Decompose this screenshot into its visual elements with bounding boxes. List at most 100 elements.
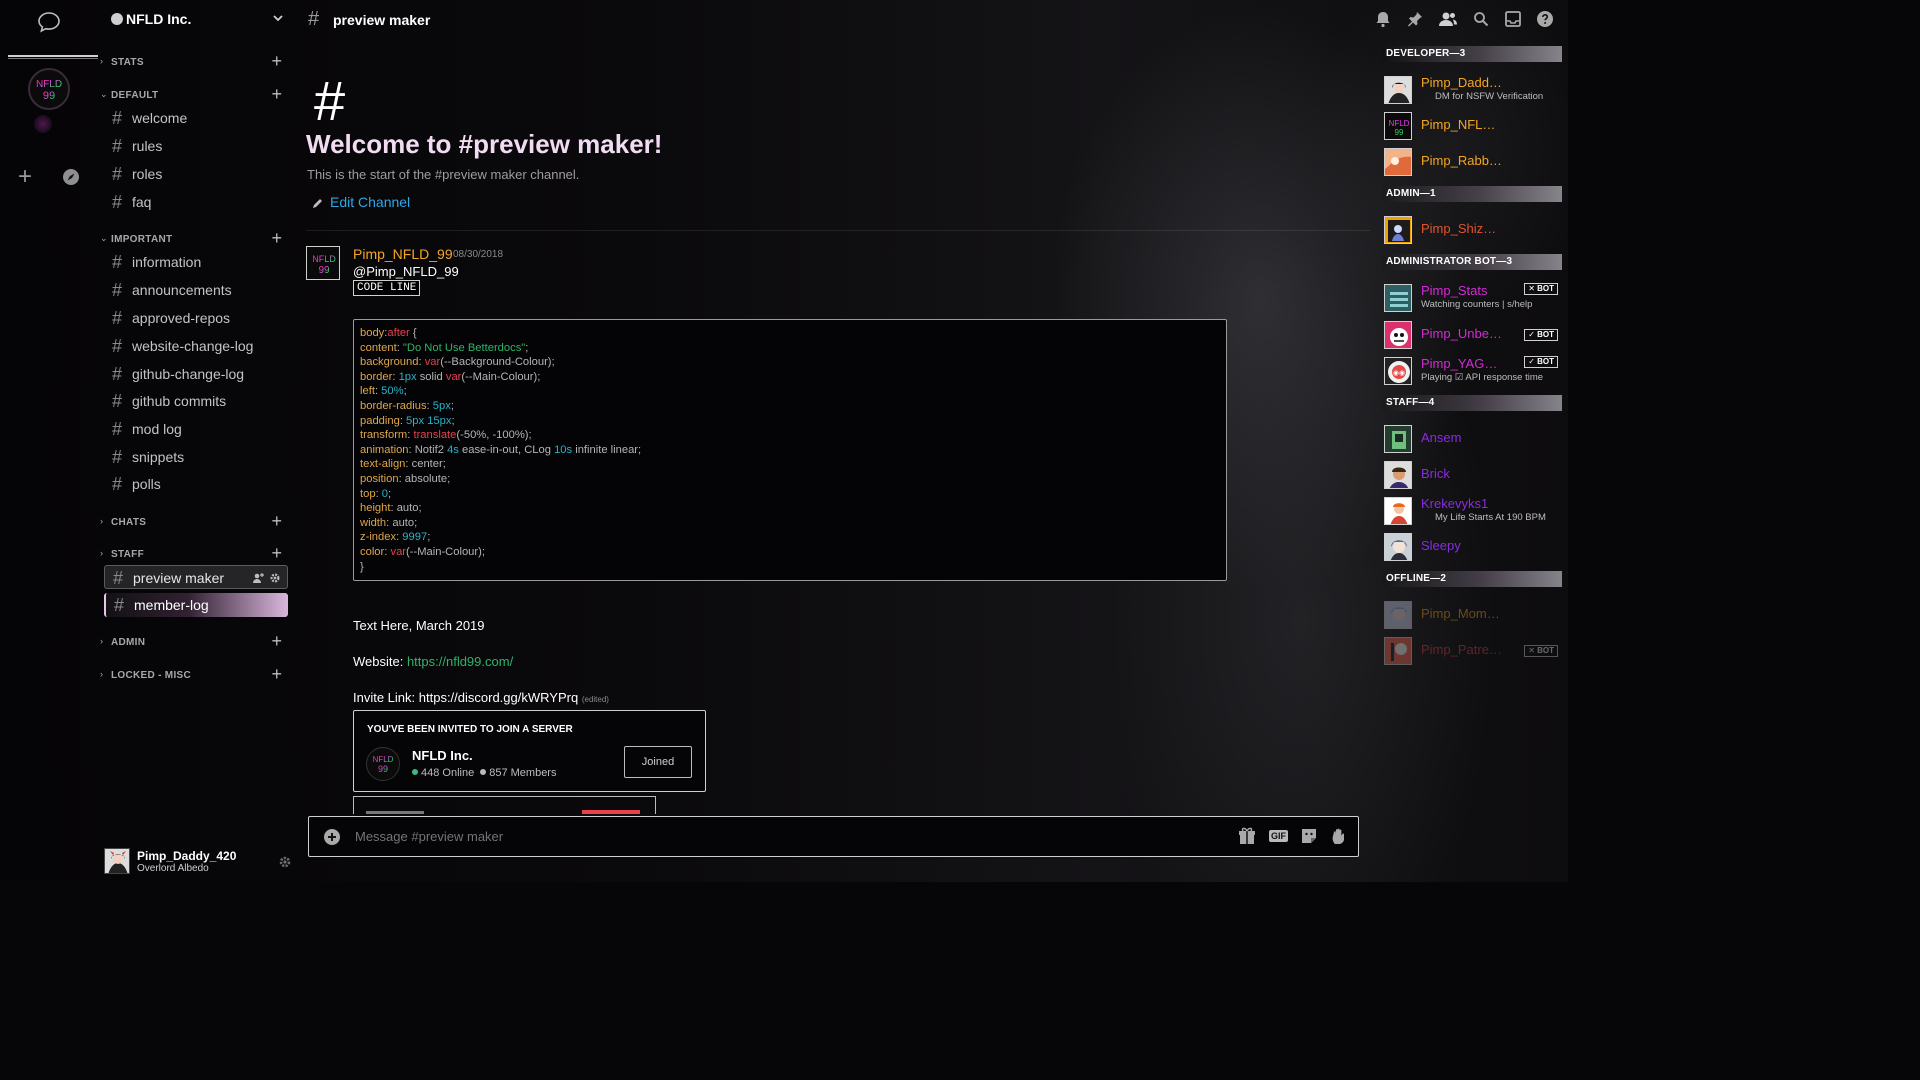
member-status: My Life Starts At 190 BPM [1435, 512, 1546, 523]
channel-github-change-log[interactable]: # github-change-log [104, 362, 288, 386]
bot-tag: ✕ BOT [1524, 283, 1558, 295]
attach-plus-icon[interactable] [323, 828, 341, 846]
channel-faq[interactable]: # faq [104, 190, 288, 214]
user-mention[interactable]: @Pimp_NFLD_99 [353, 264, 459, 279]
channel-name: approved-repos [132, 310, 231, 326]
direct-messages-icon[interactable] [37, 11, 61, 33]
member-item[interactable]: Sleepy [1384, 532, 1564, 562]
channel-announcements[interactable]: # announcements [104, 278, 288, 302]
channel-information[interactable]: # information [104, 250, 288, 274]
avatar[interactable]: NFLD 99 [306, 246, 340, 280]
add-channel-icon[interactable]: + [271, 631, 282, 652]
message-author[interactable]: Pimp_NFLD_99 [353, 246, 453, 262]
member-item[interactable]: ◉◉ Pimp_YAG… ✓ BOT Playing ☑ API respons… [1384, 356, 1564, 386]
channel-mod-log[interactable]: # mod log [104, 417, 288, 441]
member-item[interactable]: Pimp_Shiz… [1384, 215, 1564, 245]
add-channel-icon[interactable]: + [271, 543, 282, 564]
joined-button[interactable]: Joined [624, 746, 692, 778]
gift-icon[interactable] [1237, 827, 1257, 845]
code-token: border-radius [360, 399, 427, 412]
channel-website-change-log[interactable]: # website-change-log [104, 334, 288, 358]
add-channel-icon[interactable]: + [271, 84, 282, 105]
channel-name: website-change-log [132, 338, 254, 354]
category-chats[interactable]: › CHATS + [100, 511, 286, 531]
message-area: # Welcome to #preview maker! This is the… [294, 38, 1374, 882]
pin-icon[interactable] [1406, 10, 1424, 28]
category-admin[interactable]: › ADMIN + [100, 631, 286, 651]
server-header[interactable]: NFLD Inc. [110, 10, 288, 30]
member-item[interactable]: Pimp_Mom… [1384, 600, 1564, 630]
add-channel-icon[interactable]: + [271, 664, 282, 685]
invite-link[interactable]: Invite Link: https://discord.gg/kWRYPrq [353, 690, 578, 705]
category-staff[interactable]: › STAFF + [100, 543, 286, 563]
category-important[interactable]: ⌄ IMPORTANT + [100, 228, 286, 248]
member-item[interactable]: Pimp_Unbe… ✓ BOT [1384, 320, 1564, 350]
website-link[interactable]: https://nfld99.com/ [407, 654, 513, 669]
code-block: body:after {content: "Do Not Use Betterd… [353, 319, 1227, 581]
member-item[interactable]: Pimp_Stats ✕ BOT Watching counters | s/h… [1384, 283, 1564, 313]
svg-text:◉◉: ◉◉ [1393, 370, 1405, 377]
server-icon[interactable]: NFLD 99 [366, 747, 400, 781]
code-token: { [409, 327, 417, 339]
code-token: z-index [360, 531, 397, 544]
channel-name: faq [132, 194, 152, 210]
channel-title: preview maker [333, 12, 431, 28]
category-default[interactable]: ⌄ DEFAULT + [100, 84, 286, 104]
code-token: : auto; [390, 502, 422, 515]
channel-approved-repos[interactable]: # approved-repos [104, 306, 288, 330]
code-line: position: absolute; [360, 472, 1226, 487]
rail-separator [8, 55, 98, 59]
hash-icon: # [112, 136, 123, 156]
avatar[interactable] [104, 848, 130, 874]
sticker-icon[interactable] [1300, 827, 1318, 845]
search-icon[interactable] [1472, 10, 1490, 28]
emoji-icon[interactable] [1330, 827, 1348, 845]
server-icon-nfld[interactable]: NFLD 99 [28, 68, 70, 110]
add-channel-icon[interactable]: + [271, 511, 282, 532]
online-count: 448 Online [421, 767, 475, 779]
embed-preview-partial [353, 796, 656, 814]
add-channel-icon[interactable]: + [271, 51, 282, 72]
category-stats[interactable]: › STATS + [100, 51, 286, 71]
explore-servers-icon[interactable] [62, 168, 80, 186]
member-item[interactable]: NFLD 99 Pimp_NFL… [1384, 111, 1564, 141]
members-icon[interactable] [1438, 10, 1458, 28]
add-channel-icon[interactable]: + [271, 228, 282, 249]
channel-github-commits[interactable]: # github commits [104, 389, 288, 413]
member-item[interactable]: Pimp_Patre… ✕ BOT [1384, 636, 1564, 666]
avatar [1384, 497, 1412, 525]
channel-preview-maker[interactable]: # preview maker [104, 565, 288, 589]
welcome-subtitle: This is the start of the #preview maker … [307, 167, 580, 182]
server-icon-number: 99 [378, 764, 388, 774]
avatar [1384, 461, 1412, 489]
help-icon[interactable] [1536, 10, 1554, 28]
message-input[interactable] [355, 829, 1155, 844]
gif-button[interactable]: GIF [1269, 830, 1288, 842]
channel-polls[interactable]: # polls [104, 472, 288, 496]
member-item[interactable]: Krekevyks1 My Life Starts At 190 BPM [1384, 496, 1564, 526]
channel-roles[interactable]: # roles [104, 162, 288, 186]
member-item[interactable]: Brick [1384, 460, 1564, 490]
member-item[interactable]: Pimp_Dadd… DM for NSFW Verification [1384, 75, 1564, 105]
inbox-icon[interactable] [1504, 10, 1522, 28]
invite-member-icon[interactable] [252, 572, 264, 584]
member-item[interactable]: Pimp_Rabb… [1384, 147, 1564, 177]
category-locked-misc[interactable]: › LOCKED - MISC + [100, 664, 286, 684]
gear-icon[interactable] [269, 572, 281, 584]
hash-icon: # [112, 419, 123, 439]
channel-member-log[interactable]: # member-log [104, 593, 288, 617]
channel-rules[interactable]: # rules [104, 134, 288, 158]
code-token: color [360, 545, 385, 558]
edit-channel-label: Edit Channel [330, 194, 411, 210]
channel-welcome[interactable]: # welcome [104, 106, 288, 130]
code-token: var [390, 545, 407, 558]
add-server-icon[interactable]: + [18, 165, 32, 189]
server-icon-text: NFLD [36, 79, 62, 90]
channel-snippets[interactable]: # snippets [104, 445, 288, 469]
code-token: 9997 [402, 531, 428, 544]
user-settings-gear-icon[interactable] [278, 855, 292, 869]
avatar [1384, 601, 1412, 629]
chevron-down-icon[interactable] [272, 12, 284, 24]
bell-icon[interactable] [1374, 10, 1392, 28]
member-item[interactable]: Ansem [1384, 424, 1564, 454]
